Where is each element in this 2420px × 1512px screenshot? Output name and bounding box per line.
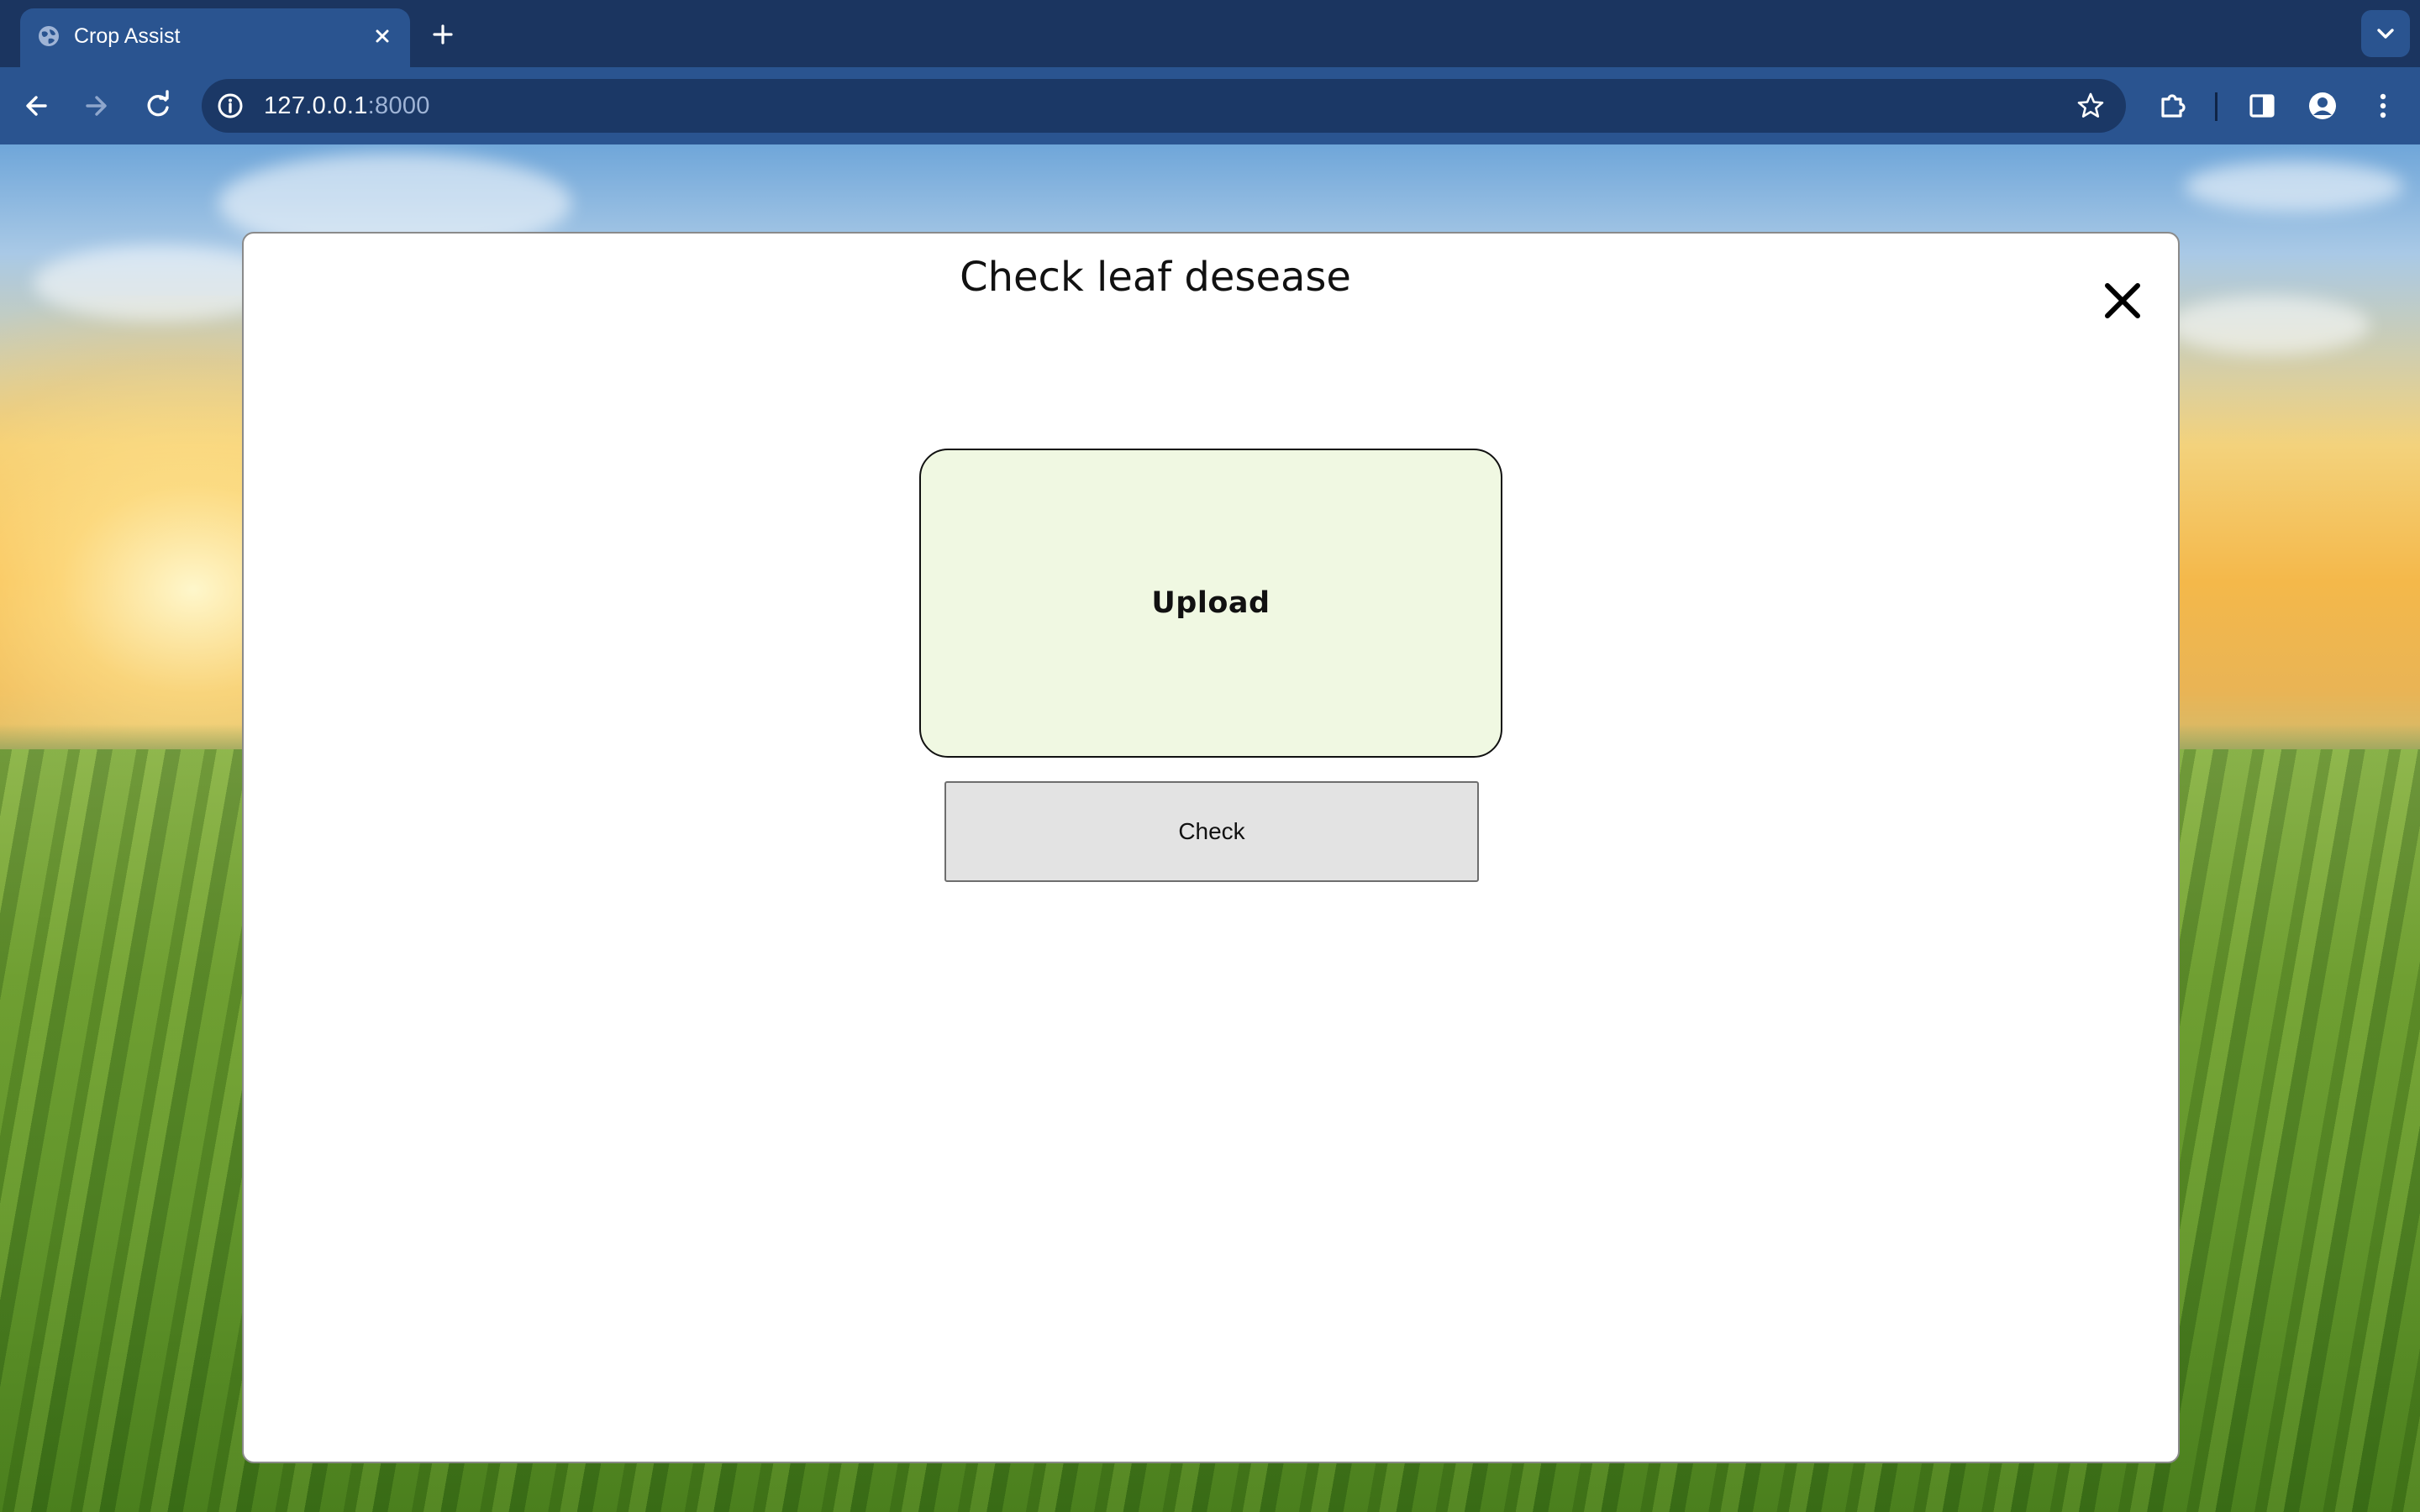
menu-icon[interactable] — [2363, 86, 2403, 126]
url-port: :8000 — [367, 92, 430, 119]
page-viewport: Check leaf desease Upload Check — [0, 144, 2420, 1512]
address-bar[interactable]: 127.0.0.1:8000 — [202, 79, 2126, 133]
upload-label: Upload — [1151, 586, 1270, 620]
tab-title: Crop Assist — [74, 24, 181, 48]
forward-icon[interactable] — [76, 86, 116, 126]
tab-crop-assist[interactable]: Crop Assist — [20, 8, 410, 67]
check-button[interactable]: Check — [944, 781, 1479, 882]
background-cloud — [2168, 296, 2370, 354]
url-host: 127.0.0.1 — [264, 92, 368, 119]
chevron-down-icon — [2377, 29, 2394, 39]
background-cloud — [2185, 161, 2403, 212]
tab-strip: Crop Assist — [0, 0, 2420, 67]
url-text: 127.0.0.1:8000 — [264, 91, 430, 121]
new-tab-icon[interactable] — [429, 20, 457, 49]
tab-search-button[interactable] — [2361, 10, 2410, 57]
toolbar-divider — [2215, 92, 2217, 121]
check-leaf-modal: Check leaf desease Upload Check — [242, 232, 2180, 1463]
site-info-icon[interactable] — [213, 89, 247, 123]
browser-window: Crop Assist 127.0.0.1:8000 Check leaf de… — [0, 0, 2420, 1512]
close-icon[interactable] — [2099, 277, 2146, 324]
profile-icon[interactable] — [2302, 86, 2343, 126]
close-tab-icon[interactable] — [370, 24, 395, 49]
bookmark-star-icon[interactable] — [2075, 91, 2106, 121]
modal-title: Check leaf desease — [960, 254, 1351, 301]
back-icon[interactable] — [17, 86, 57, 126]
reload-icon[interactable] — [138, 86, 178, 126]
extensions-icon[interactable] — [2153, 86, 2193, 126]
side-panel-icon[interactable] — [2242, 86, 2282, 126]
globe-icon — [39, 26, 59, 46]
browser-toolbar: 127.0.0.1:8000 — [0, 67, 2420, 144]
upload-dropzone[interactable]: Upload — [919, 449, 1502, 758]
